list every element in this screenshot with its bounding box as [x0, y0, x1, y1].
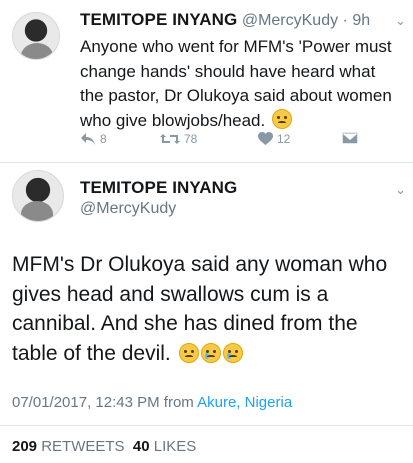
reply-count: 8: [100, 132, 107, 146]
chevron-down-icon[interactable]: ⌄: [395, 182, 406, 198]
retweets-count: 209: [12, 438, 38, 455]
avatar-figure: [21, 43, 53, 59]
chevron-down-icon[interactable]: ⌄: [395, 13, 406, 29]
tweet-text-body: MFM's Dr Olukoya said any woman who give…: [12, 253, 388, 365]
user-handle[interactable]: @MercyKudy: [80, 200, 176, 218]
tweet-actions: 8 78 12: [80, 132, 380, 150]
retweets-stat[interactable]: 209 RETWEETS: [12, 438, 125, 455]
like-button[interactable]: 12: [258, 132, 290, 146]
user-name[interactable]: TEMITOPE INYANG: [80, 10, 237, 29]
downcast-sweat-face-emoji: [178, 342, 199, 363]
persevering-face-emoji: [271, 108, 292, 129]
heart-icon: [258, 132, 273, 146]
tweet-date[interactable]: 07/01/2017, 12:43 PM from: [12, 394, 197, 411]
tweet-text: Anyone who went for MFM's 'Power must ch…: [80, 35, 400, 133]
retweet-icon: [160, 132, 180, 146]
direct-message-button[interactable]: [342, 132, 358, 144]
likes-stat[interactable]: 40 LIKES: [133, 438, 196, 455]
retweets-label: RETWEETS: [41, 438, 125, 455]
likes-label: LIKES: [153, 438, 197, 455]
envelope-icon: [342, 132, 358, 144]
divider: [0, 425, 413, 426]
tweet-stats: 209 RETWEETS 40 LIKES: [12, 438, 196, 455]
location-link[interactable]: Akure, Nigeria: [197, 394, 292, 411]
like-count: 12: [277, 132, 291, 146]
reply-icon: [80, 132, 96, 146]
reply-button[interactable]: 8: [80, 132, 107, 146]
loudly-crying-face-emoji: [222, 342, 243, 363]
tweet-timestamp: 07/01/2017, 12:43 PM from Akure, Nigeria: [12, 394, 292, 411]
retweet-button[interactable]: 78: [160, 132, 197, 146]
user-handle[interactable]: @MercyKudy: [242, 12, 338, 29]
avatar-figure: [21, 201, 53, 221]
divider: [0, 162, 413, 163]
tweet-time[interactable]: · 9h: [343, 12, 371, 29]
crying-face-emoji: [200, 342, 221, 363]
user-name[interactable]: TEMITOPE INYANG: [80, 178, 237, 198]
tweet-header: TEMITOPE INYANG @MercyKudy · 9h: [80, 10, 380, 30]
retweet-count: 78: [184, 132, 198, 146]
tweet-text: MFM's Dr Olukoya said any woman who give…: [12, 250, 404, 368]
avatar[interactable]: [12, 12, 60, 60]
tweet-text-body: Anyone who went for MFM's 'Power must ch…: [80, 37, 392, 130]
avatar[interactable]: [12, 170, 64, 222]
likes-count: 40: [132, 438, 150, 455]
